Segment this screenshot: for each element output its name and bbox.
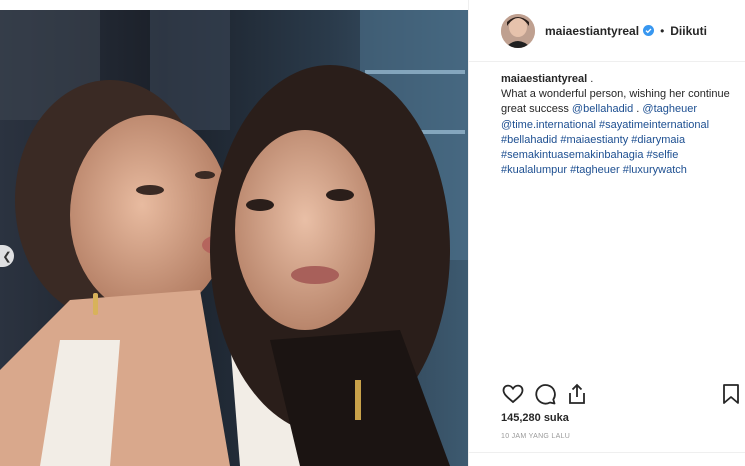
action-bar xyxy=(501,382,741,406)
comment-icon[interactable] xyxy=(533,382,557,406)
username-link[interactable]: maiaestiantyreal xyxy=(545,24,639,38)
caption-tag[interactable]: @bellahadid xyxy=(572,103,633,115)
bookmark-icon[interactable] xyxy=(719,382,743,406)
heart-icon[interactable] xyxy=(501,382,525,406)
caption-tag[interactable]: #tagheuer xyxy=(570,164,620,176)
caption-tag[interactable]: #sayatimeinternational xyxy=(599,119,709,131)
caption-tag[interactable]: #semakintuasemakinbahagia xyxy=(501,149,643,161)
caption-tag[interactable]: #bellahadid xyxy=(501,134,557,146)
avatar-image xyxy=(501,13,535,48)
caption-tag[interactable]: #luxurywatch xyxy=(623,164,687,176)
caption-tag[interactable]: @tagheuer xyxy=(642,103,697,115)
caption-tag[interactable]: #kualalumpur xyxy=(501,164,567,176)
post-photo[interactable]: ❮ xyxy=(0,10,468,466)
selfie-photo xyxy=(0,10,468,466)
follow-button[interactable]: Diikuti xyxy=(670,24,707,38)
caption-tag[interactable]: #maiaestianty xyxy=(560,134,628,146)
share-icon[interactable] xyxy=(565,382,589,406)
post-panel: maiaestiantyreal • Diikuti maiaestiantyr… xyxy=(468,0,745,466)
caption-separator: . xyxy=(587,73,594,85)
divider xyxy=(469,452,745,453)
likes-count[interactable]: 145,280 suka xyxy=(501,412,569,424)
caption-tag[interactable]: @time.international xyxy=(501,119,596,131)
caption-username[interactable]: maiaestiantyreal xyxy=(501,73,587,85)
post-header: maiaestiantyreal • Diikuti xyxy=(469,0,745,62)
caption-tag[interactable]: #selfie xyxy=(647,149,679,161)
caption-tag[interactable]: #diarymaia xyxy=(631,134,685,146)
separator-dot: • xyxy=(660,23,665,38)
post-timestamp[interactable]: 10 JAM YANG LALU xyxy=(501,433,570,440)
verified-badge-icon xyxy=(643,25,655,36)
avatar[interactable] xyxy=(501,13,535,48)
caption: maiaestiantyreal . What a wonderful pers… xyxy=(501,73,730,177)
